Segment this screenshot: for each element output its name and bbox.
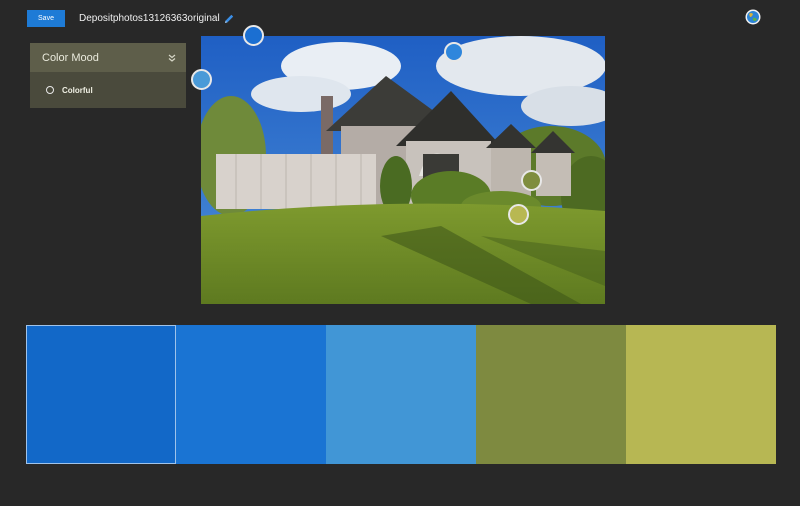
swatch-4[interactable] (476, 325, 626, 464)
color-picker-handle-4[interactable] (521, 170, 542, 191)
color-mood-title: Color Mood (42, 51, 99, 64)
radio-unselected-icon[interactable] (46, 86, 54, 94)
swatch-3[interactable] (326, 325, 476, 464)
swatch-2[interactable] (176, 325, 326, 464)
swatch-5[interactable] (626, 325, 776, 464)
color-picker-handle-3[interactable] (191, 69, 212, 90)
save-button[interactable]: Save (27, 10, 65, 27)
color-palette (26, 325, 776, 464)
source-photo (201, 36, 605, 304)
mood-option-colorful[interactable]: Colorful (30, 72, 186, 108)
globe-icon[interactable] (745, 9, 761, 25)
mood-option-label: Colorful (62, 85, 93, 95)
color-mood-panel: Color Mood Colorful (30, 43, 186, 108)
color-picker-handle-1[interactable] (243, 25, 264, 46)
color-mood-dropdown[interactable]: Color Mood (30, 43, 186, 72)
pencil-icon[interactable] (223, 13, 235, 25)
swatch-1[interactable] (26, 325, 176, 464)
color-picker-handle-2[interactable] (444, 42, 464, 62)
document-title[interactable]: Depositphotos13126363original (79, 13, 220, 24)
color-picker-handle-5[interactable] (508, 204, 529, 225)
double-chevron-down-icon[interactable] (167, 53, 177, 63)
